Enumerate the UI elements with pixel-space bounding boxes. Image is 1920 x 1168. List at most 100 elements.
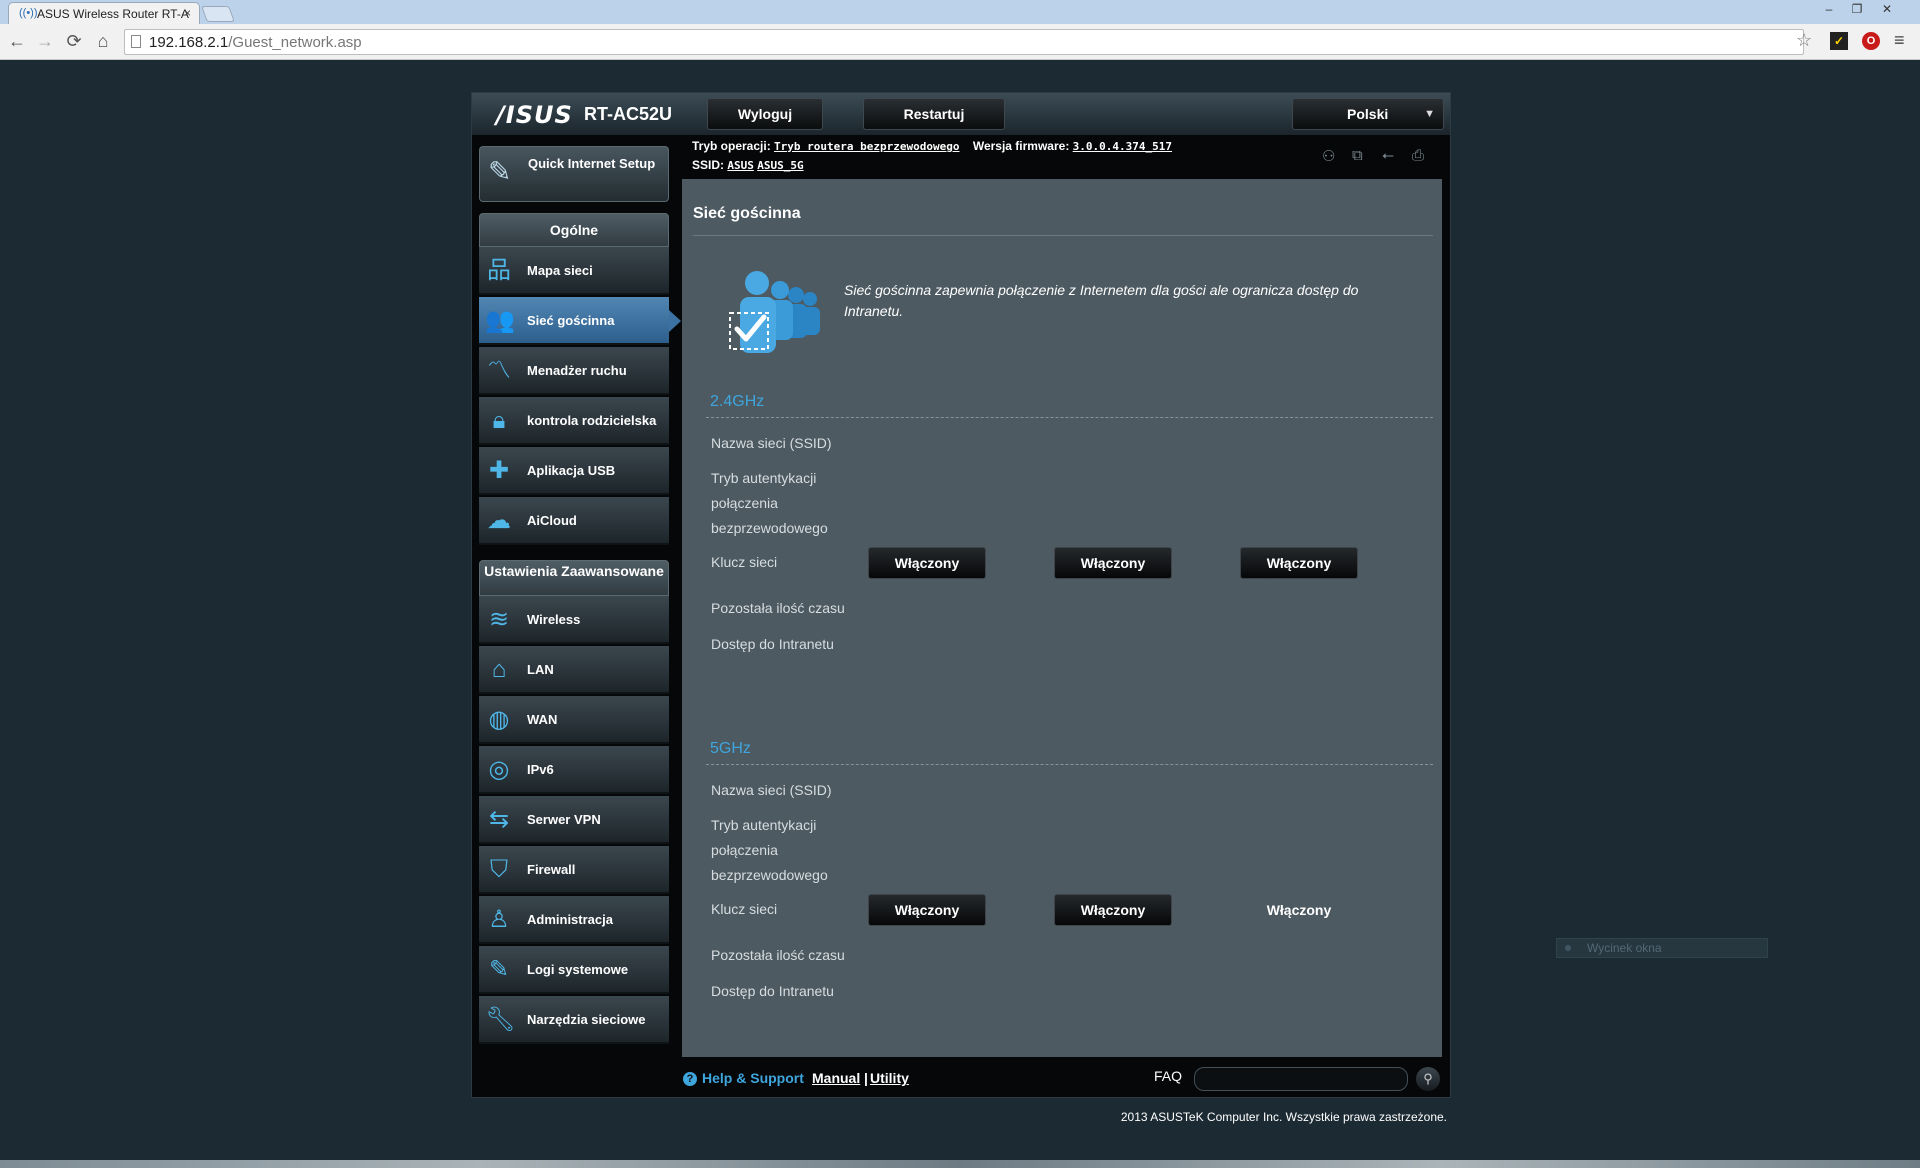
auth-row-label-line1: Tryb autentykacji: [711, 817, 817, 833]
manual-link[interactable]: Manual: [812, 1070, 860, 1086]
edit-icon: ✎: [488, 956, 510, 983]
op-mode-link[interactable]: Tryb routera bezprzewodowego: [774, 140, 959, 153]
key-row-label: Klucz sieci: [711, 901, 778, 917]
intranet-access-row-label: Dostęp do Intranetu: [711, 983, 834, 999]
sidebar-item-administration[interactable]: ♙ Administracja: [479, 896, 669, 944]
minimize-icon[interactable]: –: [1818, 2, 1840, 16]
sidebar-item-usb-app[interactable]: ✚ Aplikacja USB: [479, 447, 669, 495]
logout-button[interactable]: Wyloguj: [707, 98, 823, 130]
enable-guest-24-2-button[interactable]: Włączony: [1054, 547, 1172, 579]
window-close-icon[interactable]: ✕: [1876, 2, 1898, 16]
sidebar-item-wireless[interactable]: ≋ Wireless: [479, 596, 669, 644]
globe-icon: ◍: [488, 706, 510, 733]
utility-link[interactable]: Utility: [870, 1070, 909, 1086]
browser-toolbar: ← → ⟳ ⌂ 192.168.2.1/Guest_network.asp: [0, 24, 1920, 60]
enable-guest-24-3-button[interactable]: Włączony: [1240, 547, 1358, 579]
op-mode-label: Tryb operacji:: [692, 139, 771, 153]
new-tab-button[interactable]: [201, 6, 235, 22]
printer-icon[interactable]: ⎙: [1412, 147, 1424, 164]
browser-menu-icon[interactable]: ≡: [1894, 30, 1905, 51]
snipping-tool-label: Wycinek okna: [1556, 938, 1768, 958]
extension-opera-icon[interactable]: O: [1862, 32, 1880, 50]
enable-guest-5-3-button[interactable]: Włączony: [1240, 894, 1358, 926]
enable-guest-5-2-button[interactable]: Włączony: [1054, 894, 1172, 926]
band-5-divider: [706, 764, 1433, 765]
reload-icon[interactable]: ⟳: [63, 31, 85, 52]
enable-guest-24-1-button[interactable]: Włączony: [868, 547, 986, 579]
back-icon[interactable]: ←: [6, 31, 28, 52]
general-header: Ogólne: [479, 213, 669, 247]
ipv6-icon: ◎: [488, 756, 510, 783]
cloud-icon: ☁: [487, 507, 511, 534]
usb-icon[interactable]: ⭠: [1382, 147, 1394, 164]
chevron-down-icon: ▼: [1424, 108, 1435, 120]
url-path: /Guest_network.asp: [228, 34, 362, 51]
ssid-link-24[interactable]: ASUS: [727, 159, 754, 172]
status-icons: ⚇ ⧉ ⭠ ⎙: [1322, 147, 1442, 167]
browser-tab[interactable]: ((•)) ASUS Wireless Router RT-A ×: [8, 2, 200, 24]
page-title: Sieć gościnna: [693, 205, 801, 222]
wireless-favicon-icon: ((•)): [19, 7, 38, 19]
sidebar-item-wan[interactable]: ◍ WAN: [479, 696, 669, 744]
sidebar-item-label: WAN: [527, 712, 558, 727]
sidebar-item-ipv6[interactable]: ◎ IPv6: [479, 746, 669, 794]
url-host: 192.168.2.1: [149, 34, 229, 51]
asus-logo: /ISUS: [496, 101, 573, 129]
help-support-link[interactable]: Help & Support: [702, 1070, 804, 1086]
network-map-icon: 品: [487, 257, 511, 284]
enable-guest-5-1-button[interactable]: Włączony: [868, 894, 986, 926]
forward-icon[interactable]: →: [34, 31, 56, 52]
bookmark-star-icon[interactable]: ☆: [1796, 30, 1812, 51]
sidebar-item-label: Menadżer ruchu: [527, 363, 627, 378]
active-arrow: [669, 310, 681, 332]
sidebar-item-guest-network[interactable]: 👥 Sieć gościnna: [479, 297, 681, 345]
quick-internet-setup-button[interactable]: ✎ Quick Internet Setup: [479, 146, 669, 202]
sidebar-item-traffic-manager[interactable]: 〽 Menadżer ruchu: [479, 347, 669, 395]
sidebar-item-label: AiCloud: [527, 513, 577, 528]
copyright-text: 2013 ASUSTeK Computer Inc. Wszystkie pra…: [1120, 1110, 1447, 1124]
puzzle-icon: ✚: [488, 457, 510, 484]
extension-check-icon[interactable]: ✓: [1830, 32, 1848, 50]
remaining-time-row-label: Pozostała ilość czasu: [711, 600, 845, 616]
address-bar[interactable]: 192.168.2.1/Guest_network.asp: [124, 29, 1804, 55]
shield-icon: ⛉: [490, 856, 508, 883]
ssid-row-label: Nazwa sieci (SSID): [711, 435, 832, 451]
restart-button[interactable]: Restartuj: [863, 98, 1005, 130]
ssid-link-5[interactable]: ASUS_5G: [757, 159, 803, 172]
restore-icon[interactable]: ❐: [1846, 2, 1868, 16]
sidebar-item-network-tools[interactable]: 🔧︎ Narzędzia sieciowe: [479, 996, 669, 1044]
sidebar-item-parental-control[interactable]: 🔒︎ kontrola rodzicielska: [479, 397, 669, 445]
sidebar-item-system-log[interactable]: ✎ Logi systemowe: [479, 946, 669, 994]
home-icon: ⌂: [491, 656, 507, 683]
sidebar-item-firewall[interactable]: ⛉ Firewall: [479, 846, 669, 894]
language-value: Polski: [1347, 106, 1389, 122]
clients-icon[interactable]: ⚇: [1322, 147, 1335, 165]
sidebar-item-aicloud[interactable]: ☁ AiCloud: [479, 497, 669, 545]
sidebar-item-lan[interactable]: ⌂ LAN: [479, 646, 669, 694]
home-icon[interactable]: ⌂: [92, 31, 114, 52]
wifi-icon: ≋: [488, 606, 510, 633]
faq-search-input[interactable]: [1194, 1067, 1408, 1091]
sidebar-item-vpn[interactable]: ⇆ Serwer VPN: [479, 796, 669, 844]
guest-network-description: Sieć gościnna zapewnia połączenie z Inte…: [844, 282, 1359, 319]
magic-wand-icon: ✎: [488, 156, 512, 187]
router-header: /ISUS RT-AC52U Wyloguj Restartuj Polski …: [472, 93, 1450, 135]
tab-close-icon[interactable]: ×: [184, 6, 191, 20]
traffic-manager-icon: 〽: [487, 357, 511, 384]
status-info: Tryb operacji: Tryb routera bezprzewodow…: [692, 137, 1292, 175]
ssid-label: SSID:: [692, 158, 725, 172]
sidebar-item-network-map[interactable]: 品 Mapa sieci: [479, 247, 669, 295]
tab-title: ASUS Wireless Router RT-A: [37, 7, 189, 21]
sidebar-item-label: kontrola rodzicielska: [527, 413, 657, 428]
sidebar-item-label: Administracja: [527, 912, 613, 927]
link-separator: |: [864, 1070, 868, 1086]
snip-dot-icon: [1565, 945, 1571, 951]
search-icon[interactable]: ⚲: [1416, 1067, 1440, 1091]
sidebar-item-label: Sieć gościnna: [527, 313, 615, 328]
quick-setup-label: Quick Internet Setup: [528, 156, 656, 171]
sidebar-item-label: IPv6: [527, 762, 554, 777]
firmware-link[interactable]: 3.0.0.4.374_517: [1073, 140, 1172, 153]
sidebar-item-label: Wireless: [527, 612, 581, 627]
copy-icon[interactable]: ⧉: [1352, 147, 1363, 164]
language-select[interactable]: Polski ▼: [1292, 98, 1444, 130]
